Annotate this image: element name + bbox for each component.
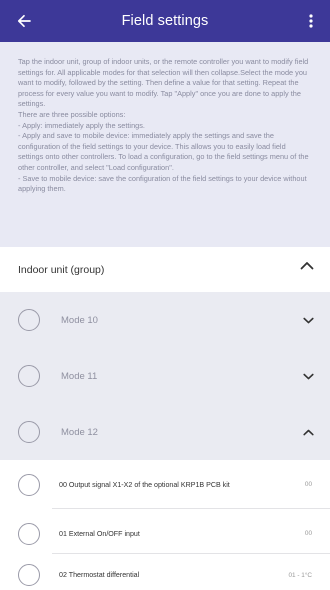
mode-row-11[interactable]: Mode 11 — [0, 348, 330, 404]
instructions-option-save: - Save to mobile device: save the config… — [18, 173, 307, 194]
mode-radio[interactable] — [18, 365, 40, 387]
instructions-options-heading: There are three possible options: — [18, 109, 126, 119]
setting-value: 00 — [304, 481, 312, 488]
back-button[interactable] — [8, 0, 40, 42]
instructions-paragraph: Tap the indoor unit, group of indoor uni… — [18, 57, 309, 109]
chevron-down-icon — [303, 373, 314, 379]
chevron-up-icon — [303, 429, 314, 435]
mode-label: Mode 12 — [61, 426, 98, 438]
setting-value: 00 — [304, 530, 312, 537]
instructions-option-apply-save: - Apply and save to mobile device: immed… — [18, 131, 309, 172]
field-settings-screen: Field settings Tap the indoor unit, grou… — [0, 0, 330, 590]
setting-radio[interactable] — [18, 522, 40, 545]
arrow-left-icon — [17, 14, 31, 28]
mode-label: Mode 11 — [61, 370, 98, 382]
indoor-unit-group-row[interactable]: Indoor unit (group) — [0, 247, 330, 292]
chevron-down-icon — [303, 317, 314, 323]
page-title: Field settings — [121, 13, 209, 29]
setting-label: 02 Thermostat differential — [59, 571, 140, 579]
setting-row-02[interactable]: 02 Thermostat differential 01 - 1°C — [0, 554, 330, 590]
mode-label: Mode 10 — [61, 314, 98, 326]
chevron-up-icon — [300, 262, 314, 270]
setting-row-00[interactable]: 00 Output signal X1-X2 of the optional K… — [0, 460, 330, 509]
mode-radio[interactable] — [18, 421, 40, 443]
setting-label: 00 Output signal X1-X2 of the optional K… — [59, 480, 230, 489]
mode-row-12[interactable]: Mode 12 — [0, 404, 330, 460]
group-label: Indoor unit (group) — [18, 263, 105, 276]
setting-label: 01 External On/OFF input — [59, 529, 140, 538]
mode-row-10[interactable]: Mode 10 — [0, 292, 330, 348]
setting-radio[interactable] — [18, 473, 40, 496]
more-options-button[interactable] — [298, 0, 324, 42]
setting-value: 01 - 1°C — [288, 571, 312, 579]
mode-radio[interactable] — [18, 309, 40, 331]
instructions-option-apply: - Apply: immediately apply the settings. — [18, 120, 145, 130]
more-vert-icon — [309, 14, 313, 28]
app-bar: Field settings — [0, 0, 330, 42]
instructions-panel: Tap the indoor unit, group of indoor uni… — [0, 42, 330, 247]
setting-row-01[interactable]: 01 External On/OFF input 00 — [0, 509, 330, 558]
setting-radio[interactable] — [18, 564, 40, 586]
